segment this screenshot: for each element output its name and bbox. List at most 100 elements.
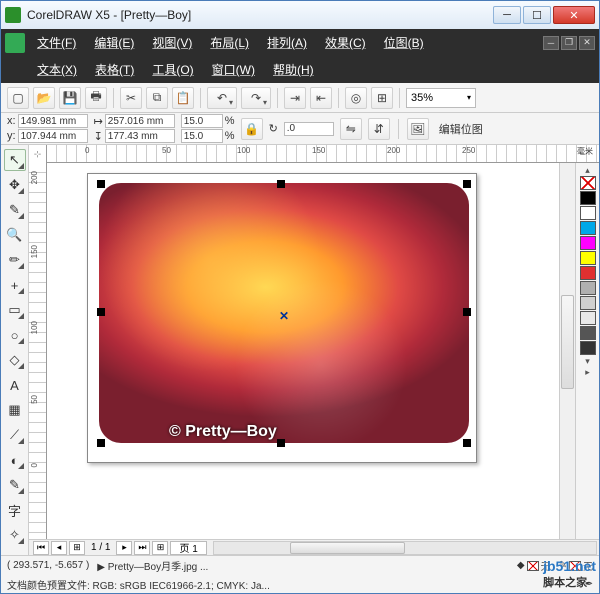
ruler-origin[interactable]: ⊹ (29, 145, 47, 163)
menu-arrange[interactable]: 排列(A) (259, 31, 315, 54)
edit-bitmap-icon[interactable]: 🖼 (407, 118, 429, 140)
menu-text[interactable]: 文本(X) (29, 58, 85, 81)
hscroll-thumb[interactable] (290, 542, 405, 554)
connector-tool[interactable]: ◐ (4, 449, 26, 471)
pick-tool[interactable]: ↖ (4, 149, 26, 171)
selection-center-icon[interactable]: ✕ (279, 309, 289, 323)
char-tool[interactable]: 字 (4, 499, 26, 521)
import-button[interactable]: ⇥ (284, 87, 306, 109)
vscroll-thumb[interactable] (561, 295, 574, 389)
swatch[interactable] (580, 326, 596, 340)
scale-y-field[interactable]: 15.0 (181, 129, 223, 143)
mdi-minimize-button[interactable]: ─ (543, 36, 559, 50)
page-tab[interactable]: 页 1 (170, 541, 206, 555)
menu-help[interactable]: 帮助(H) (265, 58, 322, 81)
swatch[interactable] (580, 206, 596, 220)
menu-file[interactable]: 文件(F) (29, 31, 84, 54)
resize-handle-se[interactable] (463, 439, 471, 447)
resize-handle-w[interactable] (97, 308, 105, 316)
vertical-scrollbar[interactable] (559, 163, 575, 539)
welcome-button[interactable]: ⊞ (371, 87, 393, 109)
mirror-v-button[interactable]: ⇵ (368, 118, 390, 140)
menu-view[interactable]: 视图(V) (144, 31, 200, 54)
swatch[interactable] (580, 281, 596, 295)
zoom-tool[interactable]: 🔍 (4, 224, 26, 246)
edit-bitmap-label[interactable]: 编辑位图 (435, 119, 487, 139)
mdi-close-button[interactable]: ✕ (579, 36, 595, 50)
zoom-select[interactable]: 35%▾ (406, 88, 476, 108)
swatch[interactable] (580, 221, 596, 235)
polygon-tool[interactable]: ◇ (4, 349, 26, 371)
page-add-after-button[interactable]: ⊞ (152, 541, 168, 555)
ellipse-tool[interactable]: ○ (4, 324, 26, 346)
page-next-button[interactable]: ▸ (116, 541, 132, 555)
palette-flyout[interactable]: ▸ (580, 367, 596, 377)
freehand-tool[interactable]: ✏ (4, 249, 26, 271)
minimize-button[interactable]: ─ (493, 6, 521, 24)
export-button[interactable]: ⇤ (310, 87, 332, 109)
smart-tool[interactable]: + (4, 274, 26, 296)
menu-window[interactable]: 窗口(W) (204, 58, 263, 81)
height-field[interactable]: 177.43 mm (105, 129, 175, 143)
eyedropper-tool[interactable]: ✧ (4, 524, 26, 546)
scale-x-field[interactable]: 15.0 (181, 114, 223, 128)
menu-table[interactable]: 表格(T) (87, 58, 142, 81)
resize-handle-nw[interactable] (97, 180, 105, 188)
crop-tool[interactable]: ✎ (4, 199, 26, 221)
swatch[interactable] (580, 311, 596, 325)
resize-handle-n[interactable] (277, 180, 285, 188)
open-button[interactable]: 📂 (33, 87, 55, 109)
swatch[interactable] (580, 341, 596, 355)
lock-ratio-button[interactable]: 🔒 (241, 118, 263, 140)
resize-handle-e[interactable] (463, 308, 471, 316)
copy-button[interactable]: ⧉ (146, 87, 168, 109)
fill-swatch[interactable] (527, 561, 539, 571)
swatch[interactable] (580, 251, 596, 265)
resize-handle-ne[interactable] (463, 180, 471, 188)
page-prev-button[interactable]: ◂ (51, 541, 67, 555)
y-field[interactable]: 107.944 mm (18, 129, 88, 143)
save-button[interactable]: 💾 (59, 87, 81, 109)
mirror-h-button[interactable]: ⇋ (340, 118, 362, 140)
width-field[interactable]: 257.016 mm (105, 114, 175, 128)
page-last-button[interactable]: ⏭ (134, 541, 150, 555)
ruler-vertical[interactable]: 200 150 100 50 0 (29, 163, 47, 539)
palette-scroll-up[interactable]: ▴ (580, 165, 596, 175)
dimension-tool[interactable]: ⟋ (4, 424, 26, 446)
interactive-tool[interactable]: ✎ (4, 474, 26, 496)
shape-tool[interactable]: ✥ (4, 174, 26, 196)
swatch[interactable] (580, 191, 596, 205)
undo-button[interactable]: ↶ (207, 87, 237, 109)
maximize-button[interactable]: ☐ (523, 6, 551, 24)
print-button[interactable]: 🖶 (85, 87, 107, 109)
page-add-before-button[interactable]: ⊞ (69, 541, 85, 555)
swatch[interactable] (580, 236, 596, 250)
ruler-horizontal[interactable]: ⊹ 0 50 100 150 200 250 毫米 (29, 145, 599, 163)
palette-scroll-down[interactable]: ▾ (580, 356, 596, 366)
new-button[interactable]: ▢ (7, 87, 29, 109)
mdi-restore-button[interactable]: ❐ (561, 36, 577, 50)
x-field[interactable]: 149.981 mm (18, 114, 88, 128)
menu-bitmap[interactable]: 位图(B) (376, 31, 432, 54)
menu-tools[interactable]: 工具(O) (144, 58, 201, 81)
menu-edit[interactable]: 编辑(E) (86, 31, 142, 54)
table-tool[interactable]: ▦ (4, 399, 26, 421)
redo-button[interactable]: ↷ (241, 87, 271, 109)
resize-handle-sw[interactable] (97, 439, 105, 447)
swatch-none[interactable] (580, 176, 596, 190)
appstart-button[interactable]: ◎ (345, 87, 367, 109)
text-tool[interactable]: A (4, 374, 26, 396)
swatch[interactable] (580, 296, 596, 310)
swatch[interactable] (580, 266, 596, 280)
rectangle-tool[interactable]: ▭ (4, 299, 26, 321)
menu-effects[interactable]: 效果(C) (317, 31, 374, 54)
close-button[interactable]: ✕ (553, 6, 595, 24)
horizontal-scrollbar[interactable] (213, 541, 597, 555)
paste-button[interactable]: 📋 (172, 87, 194, 109)
drawing-canvas[interactable]: © Pretty—Boy ✕ (47, 163, 559, 539)
page-first-button[interactable]: ⏮ (33, 541, 49, 555)
cut-button[interactable]: ✂ (120, 87, 142, 109)
resize-handle-s[interactable] (277, 439, 285, 447)
menu-layout[interactable]: 布局(L) (202, 31, 257, 54)
rotation-field[interactable]: .0 (284, 122, 334, 136)
